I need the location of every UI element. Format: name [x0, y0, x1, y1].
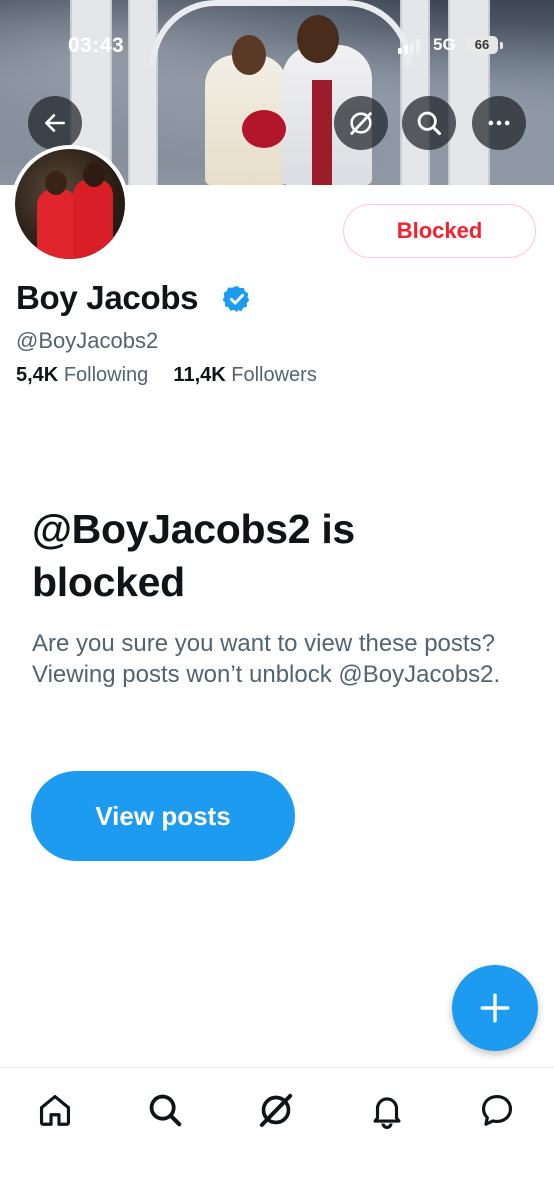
- profile-stats: 5,4K Following 11,4K Followers: [16, 364, 317, 387]
- tab-home[interactable]: [25, 1088, 85, 1132]
- network-type: 5G: [433, 35, 456, 54]
- battery-tip: [500, 42, 503, 49]
- more-button[interactable]: [472, 96, 526, 150]
- following-count: 5,4K: [16, 364, 59, 386]
- signal-icon: [398, 38, 420, 54]
- back-button[interactable]: [28, 96, 82, 150]
- followers-count: 11,4K: [173, 364, 226, 386]
- battery-icon: 66: [466, 36, 498, 54]
- grok-icon: [350, 112, 372, 135]
- blocked-title: @BoyJacobs2 is blocked: [32, 506, 355, 605]
- arrow-left-icon: [45, 114, 65, 132]
- more-horizontal-icon: [488, 120, 510, 126]
- profile-name: Boy Jacobs: [16, 279, 199, 316]
- search-icon: [417, 111, 442, 136]
- tab-grok[interactable]: [246, 1088, 306, 1132]
- bottom-tab-bar: [0, 1067, 554, 1200]
- blocked-button[interactable]: Blocked: [343, 204, 536, 258]
- grok-button[interactable]: [334, 96, 388, 150]
- blocked-description: Are you sure you want to view these post…: [32, 630, 501, 688]
- plus-icon: [480, 993, 510, 1023]
- bell-icon: [373, 1097, 401, 1129]
- view-posts-button[interactable]: View posts: [31, 771, 295, 861]
- followers-link[interactable]: 11,4K Followers: [173, 364, 316, 386]
- verified-badge-icon: [222, 285, 250, 313]
- grok-icon: [259, 1093, 293, 1127]
- search-button[interactable]: [402, 96, 456, 150]
- followers-label: Followers: [231, 364, 317, 386]
- following-label: Following: [63, 364, 149, 386]
- tab-notifications[interactable]: [357, 1088, 417, 1132]
- compose-button[interactable]: [452, 965, 538, 1051]
- search-icon: [149, 1094, 182, 1127]
- chat-bubble-icon: [481, 1094, 513, 1126]
- following-link[interactable]: 5,4K Following: [16, 364, 148, 386]
- tab-search[interactable]: [135, 1088, 195, 1132]
- avatar[interactable]: [15, 149, 125, 259]
- profile-handle: @BoyJacobs2: [16, 328, 159, 353]
- status-time: 03:43: [68, 34, 125, 57]
- home-icon: [39, 1094, 71, 1126]
- tab-messages[interactable]: [467, 1088, 527, 1132]
